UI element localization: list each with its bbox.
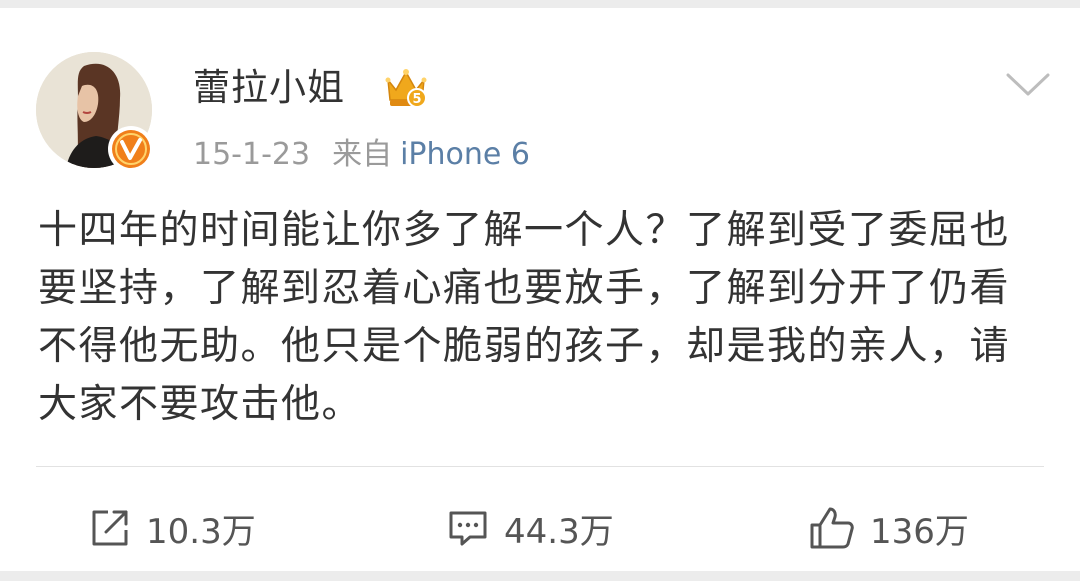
weibo-post-card: 蕾拉小姐 5 15-1-23 来自 iPhone 6 十四年的时间能让你多了解一个人… [0, 8, 1080, 571]
thumbs-up-icon [810, 507, 854, 549]
comment-icon [449, 511, 487, 546]
post-date: 15-1-23 [193, 137, 311, 172]
source-device-link[interactable]: iPhone 6 [400, 137, 530, 172]
chevron-down-icon[interactable] [1004, 70, 1052, 100]
source-prefix: 来自 [332, 137, 393, 172]
member-level: 5 [412, 92, 421, 107]
post-body: 十四年的时间能让你多了解一个人？了解到受了委屈也要坚持，了解到忍着心痛也要放手，… [38, 208, 1011, 427]
post-meta: 15-1-23 来自 iPhone 6 [193, 134, 530, 176]
repost-count: 10.3万 [146, 511, 256, 552]
like-count: 136万 [870, 511, 969, 552]
repost-icon [92, 510, 128, 546]
comment-count: 44.3万 [504, 511, 614, 552]
like-button[interactable]: 136万 [808, 502, 969, 554]
author-name[interactable]: 蕾拉小姐 [193, 64, 345, 112]
repost-button[interactable]: 10.3万 [88, 502, 256, 554]
divider [36, 466, 1044, 467]
verified-v-icon [108, 126, 154, 172]
comment-button[interactable]: 44.3万 [446, 502, 614, 554]
crown-level-icon[interactable]: 5 [384, 66, 428, 114]
